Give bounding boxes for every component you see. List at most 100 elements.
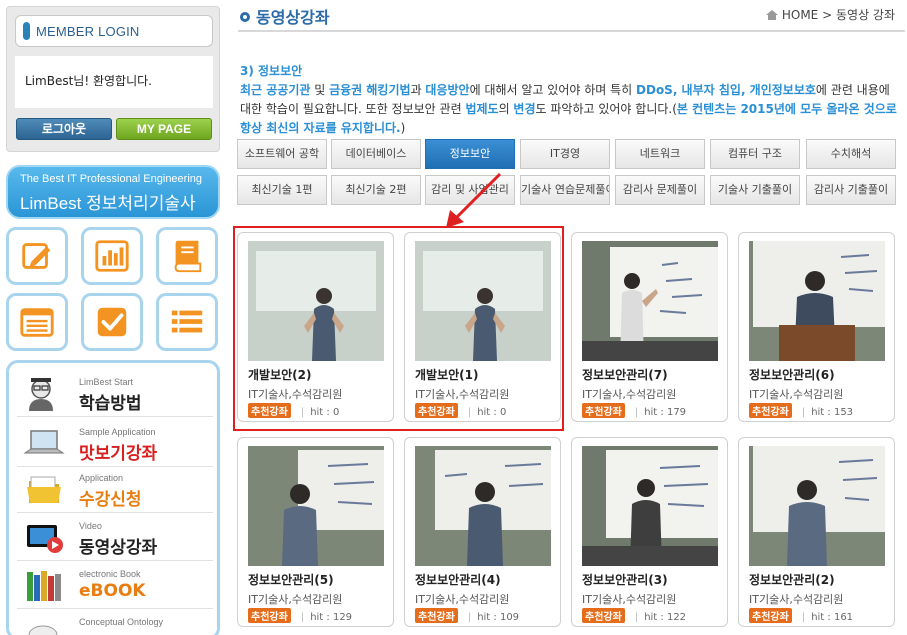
sidebar-item-ontology[interactable]: Conceptual Ontology bbox=[17, 611, 213, 635]
body-text: 과 bbox=[410, 83, 426, 97]
video-card[interactable]: 정보보안관리(7) IT기술사,수석감리원 추천강좌 | hit : 179 bbox=[571, 232, 728, 422]
video-card[interactable]: 개발보안(2) IT기술사,수석감리원 추천강좌 | hit : 0 bbox=[237, 232, 394, 422]
video-icon bbox=[27, 525, 63, 553]
meta-separator: | bbox=[300, 407, 305, 418]
mypage-button[interactable]: MY PAGE bbox=[116, 118, 212, 140]
check-icon bbox=[97, 307, 127, 337]
section-body: 최근 공공기관 및 금융권 해킹기법과 대응방안에 대해서 알고 있어야 하며 … bbox=[240, 81, 904, 138]
sidebar-item-application[interactable]: Application 수강신청 bbox=[17, 467, 213, 513]
lecturer-image bbox=[749, 446, 885, 566]
member-login-box: MEMBER LOGIN LimBest님! 환영합니다. 로그아웃 MY PA… bbox=[6, 6, 220, 152]
lecturer-image bbox=[582, 446, 718, 566]
sidebar-item-study-method[interactable]: LimBest Start 학습방법 bbox=[17, 371, 213, 417]
breadcrumb-home[interactable]: HOME bbox=[782, 8, 818, 22]
video-title[interactable]: 개발보안(2) bbox=[248, 366, 311, 383]
tab-auditor-problems[interactable]: 감리사 문제풀이 bbox=[615, 175, 705, 205]
tab-it-management[interactable]: IT경영 bbox=[520, 139, 610, 169]
video-title[interactable]: 개발보안(1) bbox=[415, 366, 478, 383]
sidebar-item-video[interactable]: Video 동영상강좌 bbox=[17, 515, 213, 561]
tab-audit-management[interactable]: 감리 및 사업관리 bbox=[425, 175, 515, 205]
welcome-panel: LimBest님! 환영합니다. bbox=[15, 56, 213, 108]
check-icon-tile[interactable] bbox=[81, 293, 143, 351]
hit-count: hit : 129 bbox=[310, 612, 353, 623]
tab-software-engineering[interactable]: 소프트웨어 공학 bbox=[237, 139, 327, 169]
menu-big-label: eBOOK bbox=[79, 581, 146, 601]
ontology-icon bbox=[28, 625, 58, 635]
video-thumbnail[interactable] bbox=[248, 446, 384, 566]
tab-computer-architecture[interactable]: 컴퓨터 구조 bbox=[710, 139, 800, 169]
video-author: IT기술사,수석감리원 bbox=[749, 388, 844, 401]
book-icon-tile[interactable] bbox=[156, 227, 218, 285]
video-meta: 추천강좌 | hit : 129 bbox=[248, 608, 352, 623]
video-title[interactable]: 정보보안관리(7) bbox=[582, 366, 668, 383]
recommend-badge: 추천강좌 bbox=[749, 608, 792, 623]
logout-button[interactable]: 로그아웃 bbox=[16, 118, 112, 140]
tab-auditor-past-exams[interactable]: 감리사 기출풀이 bbox=[806, 175, 896, 205]
video-card[interactable]: 정보보안관리(3) IT기술사,수석감리원 추천강좌 | hit : 122 bbox=[571, 437, 728, 627]
tab-pe-practice[interactable]: 기술사 연습문제풀이 bbox=[520, 175, 610, 205]
highlight-text: DDoS, 내부자 침입, 개인정보보호 bbox=[636, 83, 816, 97]
video-meta: 추천강좌 | hit : 0 bbox=[415, 403, 506, 418]
body-text: 및 bbox=[310, 83, 330, 97]
body-text: 에 대해서 알고 있어야 하며 특히 bbox=[469, 83, 637, 97]
video-card[interactable]: 정보보안관리(2) IT기술사,수석감리원 추천강좌 | hit : 161 bbox=[738, 437, 895, 627]
video-meta: 추천강좌 | hit : 153 bbox=[749, 403, 853, 418]
menu-big-label: 동영상강좌 bbox=[79, 538, 158, 558]
meta-separator: | bbox=[801, 612, 806, 623]
video-title[interactable]: 정보보안관리(4) bbox=[415, 571, 501, 588]
highlight-text: 금융권 해킹기법 bbox=[329, 83, 411, 97]
tab-numerical-analysis[interactable]: 수치해석 bbox=[806, 139, 896, 169]
video-meta: 추천강좌 | hit : 0 bbox=[248, 403, 339, 418]
video-title[interactable]: 정보보안관리(2) bbox=[749, 571, 835, 588]
menu-small-label: Video bbox=[79, 521, 102, 531]
video-thumbnail[interactable] bbox=[415, 241, 551, 361]
breadcrumb: HOME > 동영상 강좌 bbox=[766, 6, 895, 23]
chart-icon-tile[interactable] bbox=[81, 227, 143, 285]
video-thumbnail[interactable] bbox=[749, 241, 885, 361]
lecturer-image bbox=[749, 241, 885, 361]
limbest-banner[interactable]: The Best IT Professional Engineering Lim… bbox=[6, 165, 220, 219]
menu-small-label: Conceptual Ontology bbox=[79, 617, 164, 627]
video-title[interactable]: 정보보안관리(5) bbox=[248, 571, 334, 588]
breadcrumb-current: 동영상 강좌 bbox=[835, 8, 895, 22]
menu-big-label: 학습방법 bbox=[79, 394, 142, 414]
video-thumbnail[interactable] bbox=[749, 446, 885, 566]
video-thumbnail[interactable] bbox=[582, 446, 718, 566]
tab-pe-past-exams[interactable]: 기술사 기출풀이 bbox=[710, 175, 800, 205]
login-title-bar: MEMBER LOGIN bbox=[15, 15, 213, 47]
meta-separator: | bbox=[634, 407, 639, 418]
tab-network[interactable]: 네트워크 bbox=[615, 139, 705, 169]
video-card[interactable]: 정보보안관리(5) IT기술사,수석감리원 추천강좌 | hit : 129 bbox=[237, 437, 394, 627]
video-thumbnail[interactable] bbox=[248, 241, 384, 361]
video-card[interactable]: 개발보안(1) IT기술사,수석감리원 추천강좌 | hit : 0 bbox=[404, 232, 561, 422]
sidebar-item-ebook[interactable]: electronic Book eBOOK bbox=[17, 563, 213, 609]
video-title[interactable]: 정보보안관리(3) bbox=[582, 571, 668, 588]
page-title-text: 동영상강좌 bbox=[256, 8, 330, 27]
video-author: IT기술사,수석감리원 bbox=[248, 593, 343, 606]
lecturer-image bbox=[248, 241, 384, 361]
welcome-message: LimBest님! 환영합니다. bbox=[25, 74, 152, 88]
video-card[interactable]: 정보보안관리(6) IT기술사,수석감리원 추천강좌 | hit : 153 bbox=[738, 232, 895, 422]
book-icon bbox=[174, 240, 202, 273]
tab-information-security[interactable]: 정보보안 bbox=[425, 139, 515, 169]
tab-database[interactable]: 데이터베이스 bbox=[331, 139, 421, 169]
highlight-text: 최근 공공기관 bbox=[240, 83, 311, 97]
video-thumbnail[interactable] bbox=[582, 241, 718, 361]
meta-separator: | bbox=[801, 407, 806, 418]
header-divider bbox=[238, 30, 905, 32]
menu-list-icon-tile[interactable] bbox=[156, 293, 218, 351]
lecturer-image bbox=[248, 446, 384, 566]
sidebar-item-sample[interactable]: Sample Application 맛보기강좌 bbox=[17, 421, 213, 467]
video-title[interactable]: 정보보안관리(6) bbox=[749, 366, 835, 383]
video-card[interactable]: 정보보안관리(4) IT기술사,수석감리원 추천강좌 | hit : 109 bbox=[404, 437, 561, 627]
tab-latest-tech-1[interactable]: 최신기술 1편 bbox=[237, 175, 327, 205]
lecturer-image bbox=[415, 241, 551, 361]
login-bar-icon bbox=[23, 22, 30, 40]
body-text: ) bbox=[400, 121, 406, 135]
video-thumbnail[interactable] bbox=[415, 446, 551, 566]
tab-latest-tech-2[interactable]: 최신기술 2편 bbox=[331, 175, 421, 205]
list-icon-tile[interactable] bbox=[6, 293, 68, 351]
menu-big-label: 맛보기강좌 bbox=[79, 444, 158, 464]
home-icon[interactable] bbox=[766, 10, 779, 20]
pencil-icon-tile[interactable] bbox=[6, 227, 68, 285]
